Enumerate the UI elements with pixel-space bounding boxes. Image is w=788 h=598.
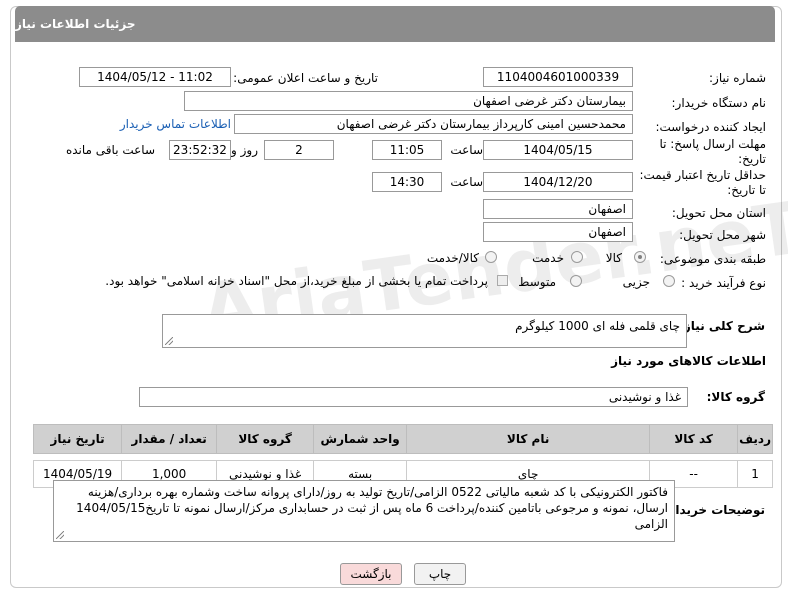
remaining-label: ساعت باقی مانده (65, 143, 155, 157)
city-label: شهر محل تحویل: (679, 228, 766, 242)
buyer-org-field[interactable]: بیمارستان دکتر غرضی اصفهان (184, 91, 633, 111)
col-item-group: گروه کالا (216, 424, 315, 454)
process-label: نوع فرآیند خرید : (681, 276, 766, 290)
deadline-time-label: ساعت (450, 143, 483, 157)
summary-label: شرح کلی نیاز: (679, 319, 765, 333)
items-table: ردیف کد کالا نام کالا واحد شمارش گروه کا… (32, 424, 773, 488)
need-number-field[interactable]: 1104004601000339 (483, 67, 633, 87)
print-button[interactable]: چاپ (414, 563, 466, 585)
buyer-notes-textarea[interactable]: فاکتور الکترونیکی با کد شعبه مالیاتی 052… (53, 480, 675, 542)
col-quantity: تعداد / مقدار (121, 424, 218, 454)
buyer-notes-text: فاکتور الکترونیکی با کد شعبه مالیاتی 052… (76, 485, 668, 531)
contact-info-link[interactable]: اطلاعات تماس خریدار (120, 117, 231, 131)
summary-textarea[interactable]: چای قلمی فله ای 1000 کیلوگرم (162, 314, 687, 348)
price-validity-time-field[interactable]: 14:30 (372, 172, 442, 192)
price-validity-label: حداقل تاریخ اعتبار قیمت: تا تاریخ: (639, 168, 766, 197)
remaining-time-field[interactable]: 23:52:32 (169, 140, 231, 160)
table-header-row: ردیف کد کالا نام کالا واحد شمارش گروه کا… (32, 424, 773, 454)
process-medium-label: متوسط (518, 275, 556, 289)
page-title: جزئیات اطلاعات نیاز (15, 17, 136, 31)
creator-label: ایجاد کننده درخواست: (655, 120, 766, 134)
category-service-radio[interactable] (571, 251, 583, 263)
need-number-label: شماره نیاز: (709, 71, 766, 85)
buyer-org-label: نام دستگاه خریدار: (671, 96, 767, 110)
category-both-label: کالا/خدمت (426, 251, 479, 265)
resize-grip-icon[interactable] (56, 531, 64, 539)
col-row-number: ردیف (737, 424, 773, 454)
process-minor-label: جزیی (622, 275, 650, 289)
city-field[interactable]: اصفهان (483, 222, 633, 242)
summary-text: چای قلمی فله ای 1000 کیلوگرم (515, 319, 680, 333)
back-button[interactable]: بازگشت (340, 563, 402, 585)
announce-field[interactable]: 1404/05/12 - 11:02 (79, 67, 231, 87)
category-both-radio[interactable] (485, 251, 497, 263)
category-label: طبقه بندی موضوعی: (659, 252, 766, 266)
treasury-payment-checkbox[interactable] (497, 275, 508, 286)
province-field[interactable]: اصفهان (483, 199, 633, 219)
col-item-name: نام کالا (406, 424, 651, 454)
price-validity-date-field[interactable]: 1404/12/20 (483, 172, 633, 192)
deadline-label: مهلت ارسال پاسخ: تا تاریخ: (659, 137, 766, 166)
panel-header: جزئیات اطلاعات نیاز (15, 6, 775, 42)
goods-group-field[interactable]: غذا و نوشیدنی (139, 387, 688, 407)
days-label: روز و (231, 143, 258, 157)
treasury-payment-note: پرداخت تمام یا بخشی از مبلغ خرید،از محل … (105, 274, 488, 288)
process-minor-radio[interactable] (663, 275, 675, 287)
process-medium-radio[interactable] (570, 275, 582, 287)
province-label: استان محل تحویل: (671, 206, 766, 220)
resize-grip-icon[interactable] (165, 337, 173, 345)
deadline-date-field[interactable]: 1404/05/15 (483, 140, 633, 160)
col-unit: واحد شمارش (313, 424, 408, 454)
category-goods-radio[interactable] (634, 251, 646, 263)
buyer-notes-label: توضیحات خریدار: (663, 503, 765, 517)
goods-group-label: گروه کالا: (706, 390, 765, 404)
announce-label: تاریخ و ساعت اعلان عمومی: (233, 71, 378, 85)
price-validity-time-label: ساعت (450, 175, 483, 189)
category-service-label: خدمت (532, 251, 564, 265)
col-need-date: تاریخ نیاز (32, 424, 123, 454)
goods-section-title: اطلاعات کالاهای مورد نیاز (611, 354, 766, 368)
deadline-time-field[interactable]: 11:05 (372, 140, 442, 160)
category-goods-label: کالا (605, 251, 622, 265)
col-item-code: کد کالا (649, 424, 739, 454)
creator-field[interactable]: محمدحسین امینی کارپرداز بیمارستان دکتر غ… (234, 114, 633, 134)
cell-row-number: 1 (737, 460, 773, 488)
days-field[interactable]: 2 (264, 140, 334, 160)
